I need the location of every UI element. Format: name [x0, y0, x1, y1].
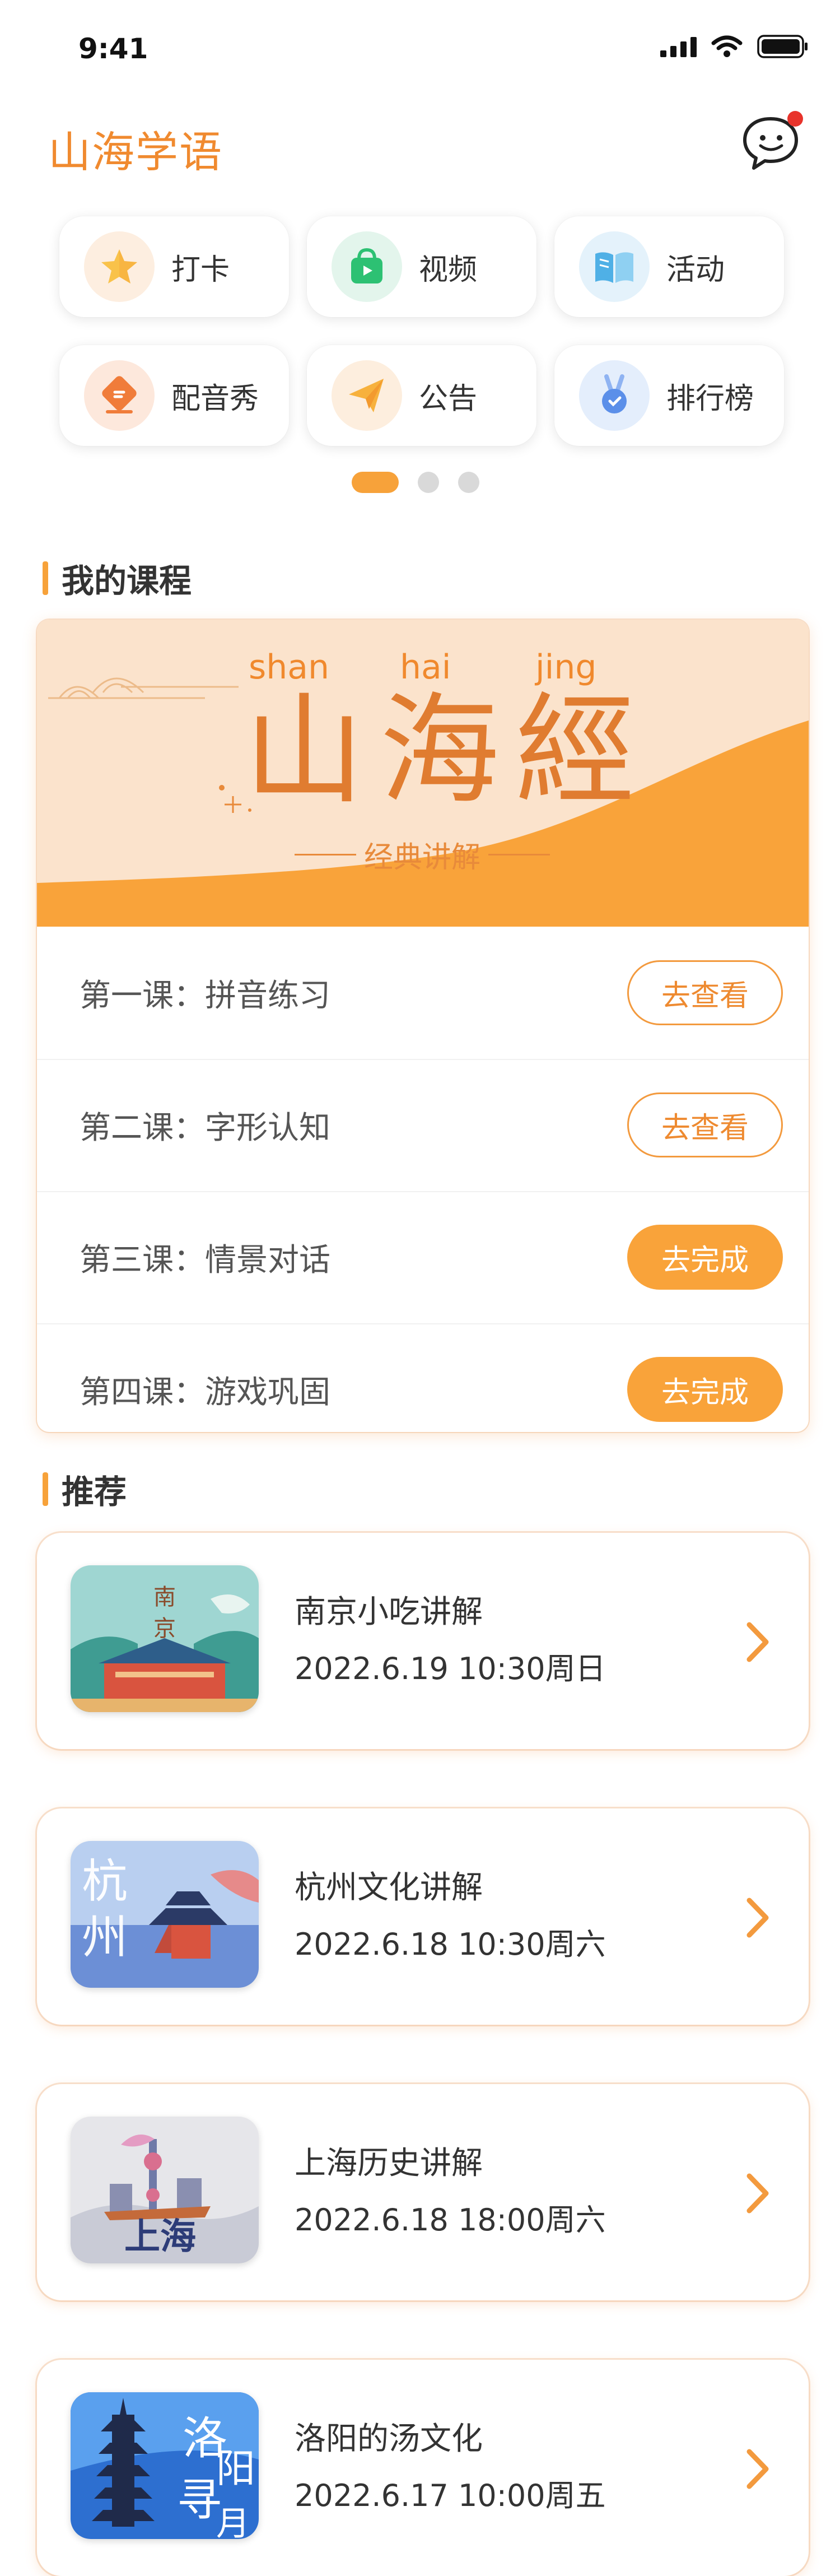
- recommend-date: 2022.6.18 10:30周六: [295, 1927, 606, 1962]
- course-banner[interactable]: shan hai jing 山海經 经典讲解: [37, 620, 809, 927]
- recommend-date: 2022.6.18 18:00周六: [295, 2202, 606, 2238]
- wifi-icon: [711, 35, 743, 58]
- shanghai-thumbnail: 上海: [71, 2117, 259, 2263]
- luoyang-thumb-char-2: 阳: [216, 2445, 255, 2491]
- page-indicator: [352, 472, 479, 493]
- quick-label: 配音秀: [171, 382, 259, 416]
- subtitle-line-right: [488, 854, 550, 855]
- nanjing-thumb-char-2: 京: [153, 1616, 176, 1642]
- recommend-title: 洛阳的汤文化: [295, 2421, 483, 2457]
- recommend-title: 上海历史讲解: [295, 2145, 483, 2182]
- chevron-right-icon[interactable]: [741, 2444, 775, 2494]
- luoyang-thumbnail: 洛 阳 寻 月: [71, 2392, 259, 2539]
- recommend-card[interactable]: 洛 阳 寻 月 洛阳的汤文化 2022.6.17 10:00周五: [37, 2360, 809, 2576]
- quick-label: 活动: [666, 253, 725, 287]
- dubbing-icon: [84, 360, 155, 431]
- nanjing-thumbnail: 南 京: [71, 1565, 259, 1712]
- quick-tile-checkin[interactable]: 打卡: [59, 216, 289, 317]
- lesson-name: 第一课：拼音练习: [80, 977, 330, 1014]
- recommend-card[interactable]: 上海 上海历史讲解 2022.6.18 18:00周六: [37, 2084, 809, 2300]
- chevron-right-icon[interactable]: [741, 1617, 775, 1667]
- section-marker: [43, 561, 48, 595]
- luoyang-thumb-char-3: 寻: [177, 2474, 222, 2526]
- recommend-date: 2022.6.19 10:30周日: [295, 1651, 606, 1686]
- recommend-card[interactable]: 南 京 南京小吃讲解 2022.6.19 10:30周日: [37, 1533, 809, 1749]
- section-title: 我的课程: [62, 562, 192, 600]
- quick-tile-ranking[interactable]: 排行榜: [554, 345, 784, 446]
- book-icon: [579, 231, 650, 302]
- banner-subtitle-text: 经典讲解: [364, 841, 481, 875]
- section-my-courses: 我的课程: [43, 555, 192, 602]
- page-dot[interactable]: [418, 472, 439, 493]
- signal-icon: [660, 36, 697, 57]
- lesson-row[interactable]: 第三课：情景对话 去完成: [37, 1191, 809, 1324]
- shanghai-thumb-text: 上海: [124, 2216, 196, 2258]
- recommend-title: 杭州文化讲解: [295, 1870, 483, 1906]
- quick-label: 公告: [419, 382, 478, 416]
- lesson-complete-button[interactable]: 去完成: [627, 1225, 783, 1290]
- quick-tile-video[interactable]: 视频: [307, 216, 536, 317]
- quick-label: 视频: [419, 253, 478, 287]
- hangzhou-thumbnail: 杭 州: [71, 1841, 259, 1988]
- lesson-row[interactable]: 第一课：拼音练习 去查看: [37, 927, 809, 1060]
- section-recommend: 推荐: [43, 1466, 127, 1513]
- quick-tile-activity[interactable]: 活动: [554, 216, 784, 317]
- lesson-row[interactable]: 第四课：游戏巩固 去完成: [37, 1323, 809, 1432]
- lesson-view-button[interactable]: 去查看: [627, 960, 783, 1025]
- lesson-name: 第二课：字形认知: [80, 1109, 330, 1146]
- recommend-card[interactable]: 杭 州 杭州文化讲解 2022.6.18 10:30周六: [37, 1808, 809, 2025]
- page-dot[interactable]: [458, 472, 479, 493]
- luoyang-thumb-char-4: 月: [216, 2504, 250, 2539]
- chevron-right-icon[interactable]: [741, 2168, 775, 2219]
- quick-tile-notice[interactable]: 公告: [307, 345, 536, 446]
- banner-title: 山海經: [244, 681, 651, 821]
- page-dot-active[interactable]: [352, 472, 399, 493]
- hangzhou-thumb-char-2: 州: [82, 1911, 128, 1964]
- recommend-title: 南京小吃讲解: [295, 1594, 483, 1630]
- hangzhou-thumb-char-1: 杭: [82, 1855, 128, 1908]
- banner-subtitle: 经典讲解: [295, 834, 550, 876]
- status-time: 9:41: [78, 32, 148, 65]
- chevron-right-icon[interactable]: [741, 1893, 775, 1943]
- quick-label: 打卡: [171, 253, 230, 287]
- app-title: 山海学语: [48, 127, 223, 177]
- lesson-complete-button[interactable]: 去完成: [627, 1357, 783, 1422]
- section-title: 推荐: [62, 1473, 127, 1511]
- course-card: shan hai jing 山海經 经典讲解 第一课：拼音练习 去查看 第二课：…: [37, 620, 809, 1432]
- nanjing-thumb-char-1: 南: [153, 1584, 176, 1610]
- video-bag-icon: [332, 231, 402, 302]
- status-icons: [660, 35, 809, 58]
- quick-label: 排行榜: [666, 382, 754, 416]
- battery-icon: [757, 35, 809, 58]
- lesson-name: 第四课：游戏巩固: [80, 1374, 330, 1411]
- lesson-row[interactable]: 第二课：字形认知 去查看: [37, 1059, 809, 1192]
- quick-tile-dubbing[interactable]: 配音秀: [59, 345, 289, 446]
- lesson-view-button[interactable]: 去查看: [627, 1092, 783, 1157]
- message-icon[interactable]: [738, 108, 805, 175]
- subtitle-line-left: [295, 854, 356, 855]
- star-icon: [84, 231, 155, 302]
- medal-icon: [579, 360, 650, 431]
- lesson-name: 第三课：情景对话: [80, 1241, 330, 1278]
- section-marker: [43, 1472, 48, 1506]
- recommend-date: 2022.6.17 10:00周五: [295, 2478, 606, 2513]
- paper-plane-icon: [332, 360, 402, 431]
